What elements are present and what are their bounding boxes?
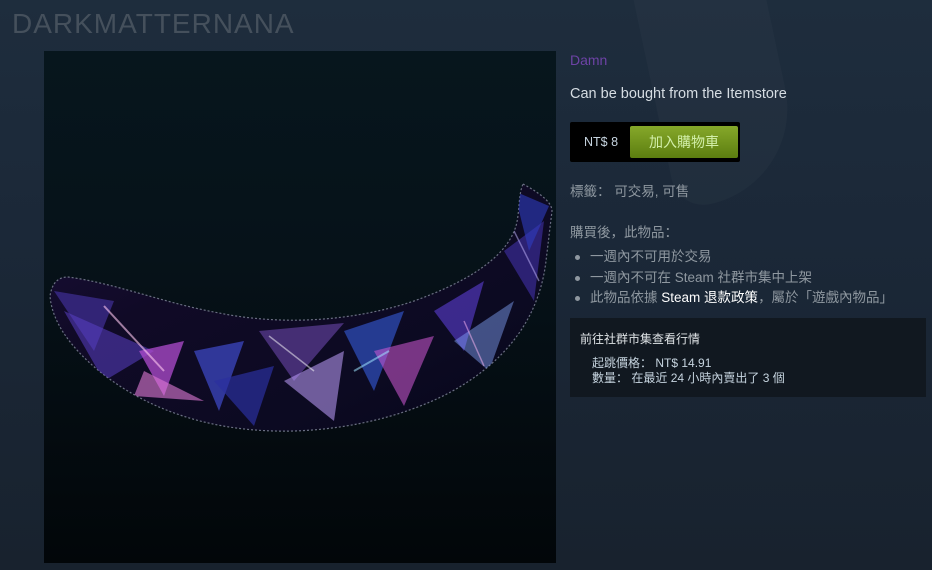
tags-value: 可交易, 可售: [614, 184, 690, 199]
starting-price-value: NT$ 14.91: [655, 356, 712, 370]
refund-suffix: ，屬於「遊戲內物品」: [758, 290, 894, 305]
banana-image: [49, 183, 553, 432]
add-to-cart-button[interactable]: 加入購物車: [630, 126, 739, 158]
refund-policy-link[interactable]: Steam 退款政策: [661, 290, 758, 305]
purchase-area: NT$ 8 加入購物車: [570, 122, 741, 162]
after-purchase-list: 一週內不可用於交易 一週內不可在 Steam 社群市集中上架 此物品依據 Ste…: [570, 247, 932, 309]
price-label: NT$ 8: [584, 135, 619, 149]
volume-label: 數量：: [592, 371, 629, 385]
market-info-box: 前往社群市集查看行情 起跳價格： NT$ 14.91 數量： 在最近 24 小時…: [570, 318, 926, 397]
item-description: Can be bought from the Itemstore: [570, 86, 787, 102]
list-item: 一週內不可用於交易: [575, 247, 932, 268]
refund-steam: Steam: [661, 290, 701, 305]
item-image: [44, 51, 556, 563]
volume-row: 數量： 在最近 24 小時內賣出了 3 個: [592, 371, 916, 386]
view-market-link[interactable]: 前往社群市集查看行情: [580, 330, 916, 347]
starting-price-label: 起跳價格：: [592, 356, 653, 370]
market-stats: 起跳價格： NT$ 14.91 數量： 在最近 24 小時內賣出了 3 個: [580, 356, 916, 386]
refund-link-text: 退款政策: [700, 290, 759, 305]
list-item: 一週內不可在 Steam 社群市集中上架: [575, 268, 932, 289]
item-store-page: DARKMATTERNANA Damn Can be bought from t…: [0, 0, 932, 570]
tags-label: 標籤：: [570, 184, 611, 199]
item-title: DARKMATTERNANA: [12, 8, 295, 39]
item-type: Damn: [570, 52, 608, 68]
after-purchase-section: 購買後，此物品： 一週內不可用於交易 一週內不可在 Steam 社群市集中上架 …: [570, 221, 932, 309]
refund-prefix: 此物品依據: [590, 290, 662, 305]
volume-value: 在最近 24 小時內賣出了 3 個: [631, 371, 785, 385]
tags-line: 標籤： 可交易, 可售: [570, 180, 689, 200]
list-item-refund: 此物品依據 Steam 退款政策，屬於「遊戲內物品」: [575, 288, 932, 309]
starting-price-row: 起跳價格： NT$ 14.91: [592, 356, 916, 371]
after-purchase-heading: 購買後，此物品：: [570, 225, 678, 240]
